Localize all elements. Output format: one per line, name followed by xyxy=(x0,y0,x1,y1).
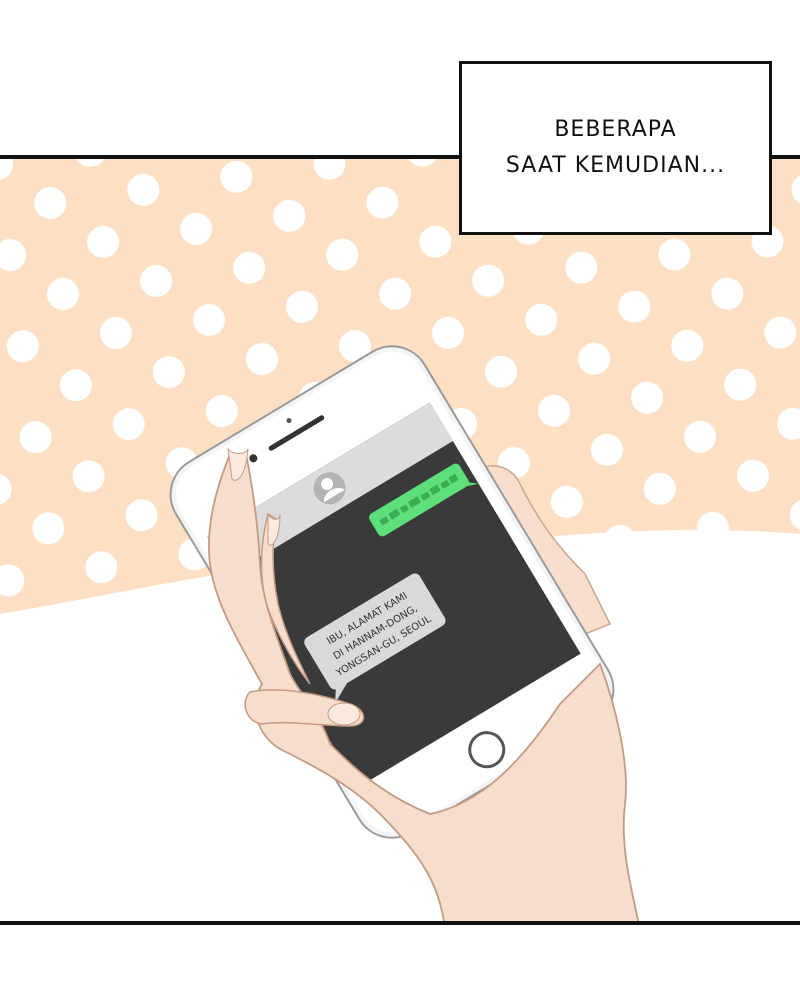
caption-line-2: SAAT KEMUDIAN... xyxy=(505,153,726,178)
caption-line-1: BEBERAPA xyxy=(554,117,677,142)
comic-panel: IBU, ALAMAT KAMI DI HANNAM-DONG, YONGSAN… xyxy=(0,155,800,925)
panel-artwork: IBU, ALAMAT KAMI DI HANNAM-DONG, YONGSAN… xyxy=(0,159,800,921)
narration-caption-box: BEBERAPA SAAT KEMUDIAN... xyxy=(459,61,772,235)
